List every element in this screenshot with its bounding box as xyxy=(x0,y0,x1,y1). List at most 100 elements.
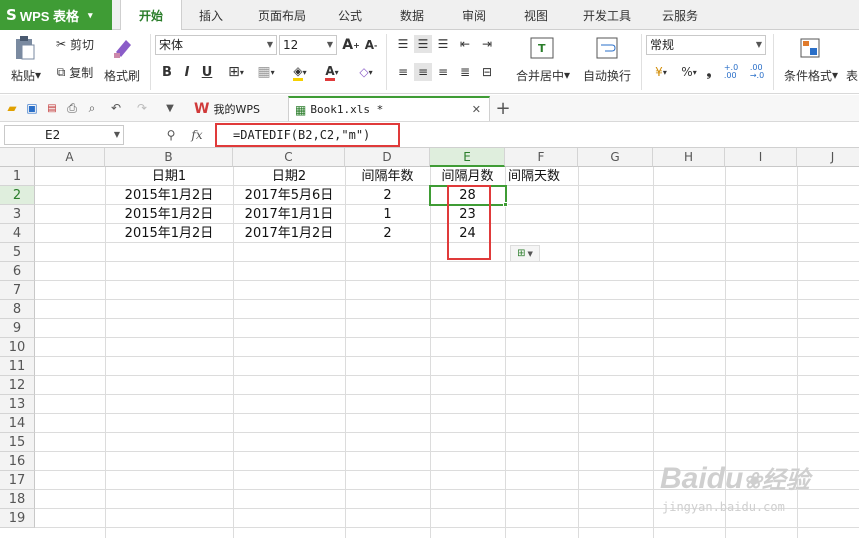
conditional-format-button[interactable]: 条件格式 ▾ xyxy=(778,66,844,84)
distributed-icon[interactable]: ⊟ xyxy=(478,63,496,81)
cell-b1[interactable]: 日期1 xyxy=(105,167,233,186)
align-center-icon[interactable]: ≡ xyxy=(414,63,432,81)
undo-icon[interactable]: ↶ xyxy=(108,99,124,117)
tab-page-layout[interactable]: 页面布局 xyxy=(246,0,318,30)
save-icon[interactable]: ▣ xyxy=(24,99,40,117)
open-folder-icon[interactable]: ▰ xyxy=(4,99,20,117)
wrap-text-button[interactable]: 自动换行 xyxy=(578,66,636,84)
row-header-18[interactable]: 18 xyxy=(0,490,35,509)
paste-icon[interactable] xyxy=(8,34,42,62)
row-header-14[interactable]: 14 xyxy=(0,414,35,433)
print-preview-icon[interactable]: ⌕ xyxy=(84,99,100,117)
redo-icon[interactable]: ↷ xyxy=(134,99,150,117)
fill-handle[interactable] xyxy=(503,202,508,207)
align-top-icon[interactable]: ☰ xyxy=(394,35,412,53)
tab-view[interactable]: 视图 xyxy=(512,0,560,30)
percent-button[interactable]: % ▾ xyxy=(678,63,700,81)
tab-insert[interactable]: 插入 xyxy=(186,0,236,30)
cell-b4[interactable]: 2015年1月2日 xyxy=(105,224,233,243)
row-header-10[interactable]: 10 xyxy=(0,338,35,357)
conditional-format-icon[interactable] xyxy=(796,34,824,62)
align-right-icon[interactable]: ≡ xyxy=(434,63,452,81)
row-header-9[interactable]: 9 xyxy=(0,319,35,338)
tab-review[interactable]: 审阅 xyxy=(450,0,498,30)
cell-d4[interactable]: 2 xyxy=(345,224,430,243)
font-name-select[interactable]: 宋体 ▼ xyxy=(155,35,277,55)
tab-home[interactable]: 开始 xyxy=(120,0,182,31)
select-all-corner[interactable] xyxy=(0,148,35,167)
comma-button[interactable]: ❟ xyxy=(702,63,716,81)
format-painter-button[interactable]: 格式刷 xyxy=(100,66,144,84)
column-header-e[interactable]: E xyxy=(430,148,505,167)
row-header-2[interactable]: 2 xyxy=(0,186,35,205)
new-tab-plus-icon[interactable]: + xyxy=(494,98,512,119)
row-header-15[interactable]: 15 xyxy=(0,433,35,452)
copy-button[interactable]: ⧉ 复制 xyxy=(50,63,100,81)
print-icon[interactable]: ⎙ xyxy=(64,99,80,117)
font-color-button[interactable]: A ▾ xyxy=(318,62,346,82)
italic-button[interactable]: I xyxy=(178,62,196,82)
font-size-select[interactable]: 12 ▼ xyxy=(279,35,337,55)
align-left-icon[interactable]: ≡ xyxy=(394,63,412,81)
cell-f1[interactable]: 间隔天数 xyxy=(508,167,581,186)
row-header-6[interactable]: 6 xyxy=(0,262,35,281)
indent-decrease-icon[interactable]: ⇤ xyxy=(456,35,474,53)
merge-center-button[interactable]: 合并居中 ▾ xyxy=(510,66,576,84)
row-header-7[interactable]: 7 xyxy=(0,281,35,300)
column-header-b[interactable]: B xyxy=(105,148,233,167)
align-middle-icon[interactable]: ☰ xyxy=(414,35,432,53)
underline-button[interactable]: U xyxy=(198,62,216,82)
fill-pattern-button[interactable]: ▦ ▾ xyxy=(252,62,280,82)
fx-button[interactable]: fx xyxy=(186,125,208,145)
wrap-text-icon[interactable] xyxy=(592,34,622,62)
row-header-17[interactable]: 17 xyxy=(0,471,35,490)
tab-cloud[interactable]: 云服务 xyxy=(652,0,708,30)
clear-format-button[interactable]: ◇ ▾ xyxy=(352,62,380,82)
formula-input[interactable]: =DATEDIF(B2,C2,"m") xyxy=(215,123,400,147)
row-header-11[interactable]: 11 xyxy=(0,357,35,376)
column-header-i[interactable]: I xyxy=(725,148,797,167)
row-header-12[interactable]: 12 xyxy=(0,376,35,395)
tab-my-wps[interactable]: W 我的WPS xyxy=(188,96,288,121)
row-header-1[interactable]: 1 xyxy=(0,167,35,186)
cell-d3[interactable]: 1 xyxy=(345,205,430,224)
export-pdf-icon[interactable]: ▤ xyxy=(44,99,60,117)
column-header-c[interactable]: C xyxy=(233,148,345,167)
close-icon[interactable]: ✕ xyxy=(472,103,481,116)
cell-c1[interactable]: 日期2 xyxy=(233,167,345,186)
fill-color-button[interactable]: ◈ ▾ xyxy=(286,62,314,82)
cut-button[interactable]: ✂ 剪切 xyxy=(50,35,100,53)
indent-increase-icon[interactable]: ⇥ xyxy=(478,35,496,53)
number-format-select[interactable]: 常规 ▼ xyxy=(646,35,766,55)
cell-e1[interactable]: 间隔月数 xyxy=(430,167,505,186)
cell-d2[interactable]: 2 xyxy=(345,186,430,205)
table-style-button[interactable]: 表 xyxy=(846,66,859,84)
cell-c4[interactable]: 2017年1月2日 xyxy=(233,224,345,243)
tab-formulas[interactable]: 公式 xyxy=(326,0,374,30)
row-header-5[interactable]: 5 xyxy=(0,243,35,262)
column-header-d[interactable]: D xyxy=(345,148,430,167)
row-header-8[interactable]: 8 xyxy=(0,300,35,319)
borders-button[interactable]: ⊞ ▾ xyxy=(222,62,250,82)
cell-b2[interactable]: 2015年1月2日 xyxy=(105,186,233,205)
row-header-19[interactable]: 19 xyxy=(0,509,35,528)
row-header-4[interactable]: 4 xyxy=(0,224,35,243)
app-menu-button[interactable]: S WPS 表格 ▾ xyxy=(0,0,112,30)
cell-d1[interactable]: 间隔年数 xyxy=(345,167,430,186)
cell-c2[interactable]: 2017年5月6日 xyxy=(233,186,345,205)
format-painter-icon[interactable] xyxy=(104,34,140,62)
tab-developer[interactable]: 开发工具 xyxy=(572,0,642,30)
autofill-options-button[interactable]: ⊞ ▼ xyxy=(510,245,540,262)
cell-c3[interactable]: 2017年1月1日 xyxy=(233,205,345,224)
customize-dropdown-icon[interactable]: ▼ xyxy=(160,99,180,117)
paste-button[interactable]: 粘贴 ▾ xyxy=(6,66,46,84)
justify-icon[interactable]: ≣ xyxy=(456,63,474,81)
zoom-search-icon[interactable]: ⚲ xyxy=(162,125,180,145)
column-header-j[interactable]: J xyxy=(797,148,859,167)
currency-button[interactable]: ¥ ▾ xyxy=(648,63,674,81)
cell-b3[interactable]: 2015年1月2日 xyxy=(105,205,233,224)
increase-decimal-button[interactable]: +.0 .00 xyxy=(720,63,742,81)
bold-button[interactable]: B xyxy=(158,62,176,82)
name-box[interactable]: E2 ▼ xyxy=(4,125,124,145)
tab-book1[interactable]: ▦ Book1.xls * ✕ xyxy=(288,96,490,121)
